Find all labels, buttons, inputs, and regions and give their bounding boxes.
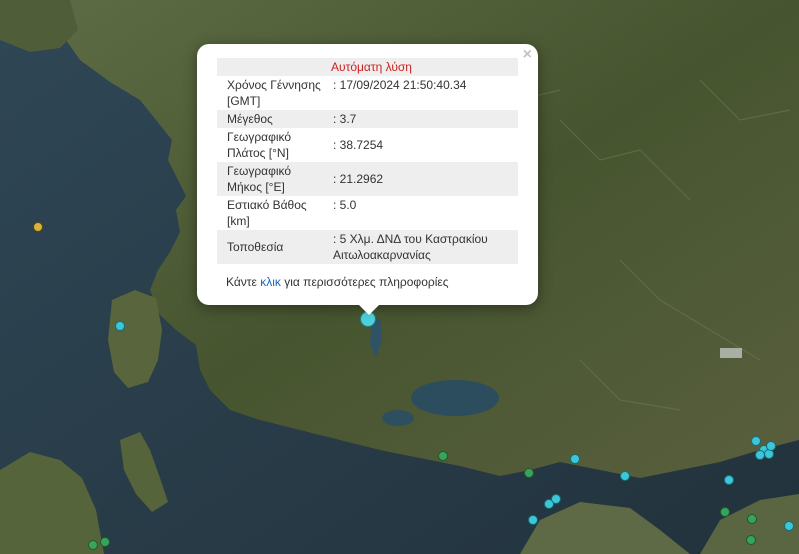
close-icon[interactable]: ×	[523, 47, 532, 63]
snow-patch	[720, 348, 742, 358]
info-label: Τοποθεσία	[227, 240, 284, 254]
quake-marker[interactable]	[551, 494, 561, 504]
more-info-prefix: Κάντε	[226, 275, 261, 289]
popup-header-row: Αυτόματη λύση	[217, 58, 518, 76]
quake-marker[interactable]	[746, 535, 756, 545]
quake-marker[interactable]	[784, 521, 794, 531]
info-row-longitude: Γεωγραφικό Μήκος [°E] : 21.2962	[217, 162, 518, 196]
info-value: : 3.7	[333, 112, 357, 126]
quake-marker[interactable]	[524, 468, 534, 478]
quake-marker[interactable]	[724, 475, 734, 485]
more-info-suffix: για περισσότερες πληροφορίες	[280, 275, 449, 289]
quake-marker[interactable]	[100, 537, 110, 547]
info-row-magnitude: Μέγεθος : 3.7	[217, 110, 518, 128]
quake-marker[interactable]	[570, 454, 580, 464]
quake-marker[interactable]	[88, 540, 98, 550]
quake-marker[interactable]	[528, 515, 538, 525]
info-value: : 17/09/2024 21:50:40.34	[333, 78, 467, 92]
quake-marker[interactable]	[747, 514, 757, 524]
info-row-origin-time: Χρόνος Γέννησης [GMT] : 17/09/2024 21:50…	[217, 76, 518, 110]
quake-marker[interactable]	[751, 436, 761, 446]
quake-marker[interactable]	[438, 451, 448, 461]
info-label: Χρόνος Γέννησης [GMT]	[227, 78, 321, 108]
info-value: : 5.0	[333, 198, 357, 212]
lake-lysimachia	[382, 410, 414, 426]
info-label: Μέγεθος	[227, 112, 273, 126]
earthquake-popup: × Αυτόματη λύση Χρόνος Γέννησης [GMT] : …	[197, 44, 538, 305]
info-label: Γεωγραφικό Μήκος [°E]	[227, 164, 292, 194]
popup-pointer	[358, 304, 380, 315]
lake-trichonida	[411, 380, 499, 416]
quake-marker[interactable]	[720, 507, 730, 517]
info-label: Εστιακό Βάθος [km]	[227, 198, 307, 228]
quake-marker[interactable]	[620, 471, 630, 481]
more-info-text: Κάντε κλικ για περισσότερες πληροφορίες	[226, 275, 449, 289]
quake-marker[interactable]	[755, 450, 765, 460]
info-value: : 38.7254	[333, 138, 384, 152]
quake-marker[interactable]	[766, 441, 776, 451]
info-row-location: Τοποθεσία : 5 Χλμ. ΔΝΔ του Καστρακίου Αι…	[217, 230, 518, 264]
info-value: : 21.2962	[333, 172, 384, 186]
info-row-depth: Εστιακό Βάθος [km] : 5.0	[217, 196, 518, 230]
quake-marker[interactable]	[115, 321, 125, 331]
info-label: Γεωγραφικό Πλάτος [°N]	[227, 130, 292, 160]
earthquake-info-table: Αυτόματη λύση Χρόνος Γέννησης [GMT] : 17…	[217, 58, 518, 264]
popup-header: Αυτόματη λύση	[331, 60, 412, 74]
more-info-link[interactable]: κλικ	[260, 275, 281, 289]
info-row-latitude: Γεωγραφικό Πλάτος [°N] : 38.7254	[217, 128, 518, 162]
quake-marker[interactable]	[33, 222, 43, 232]
info-value: : 5 Χλμ. ΔΝΔ του Καστρακίου Αιτωλοακαρνα…	[333, 232, 488, 262]
